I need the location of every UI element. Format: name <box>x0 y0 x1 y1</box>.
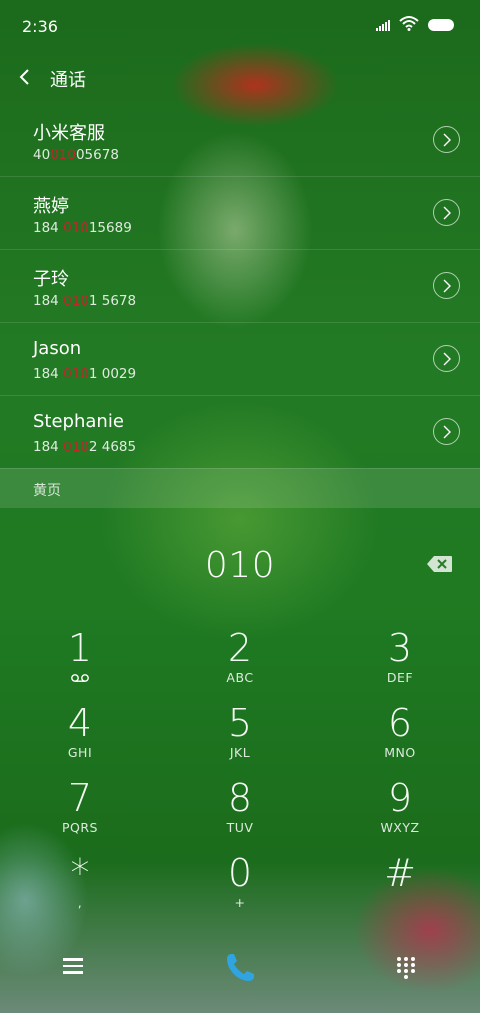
yellow-pages-label: 黄页 <box>33 483 61 499</box>
contact-number: 184 0102 4685 <box>33 439 137 455</box>
match-highlight: 010 <box>63 293 89 309</box>
status-bar: 2:36 <box>0 0 480 52</box>
key-4[interactable]: 4 GHI <box>20 703 140 773</box>
match-highlight: 010 <box>63 439 89 455</box>
key-hash[interactable]: # <box>340 853 460 923</box>
contact-detail-button[interactable] <box>433 345 460 372</box>
key-8[interactable]: 8 TUV <box>180 778 300 848</box>
contact-number: 4001005678 <box>33 147 119 163</box>
chevron-right-icon <box>443 133 451 147</box>
yellow-pages-section[interactable]: 黄页 <box>0 468 480 508</box>
bottom-bar <box>0 940 480 1000</box>
signal-icon <box>376 19 390 31</box>
contact-number: 184 01015689 <box>33 220 132 236</box>
contact-results-list: 小米客服 4001005678 燕婷 184 01015689 子玲 184 0… <box>0 104 480 469</box>
key-9[interactable]: 9 WXYZ <box>340 778 460 848</box>
contact-detail-button[interactable] <box>433 126 460 153</box>
battery-icon <box>428 19 456 32</box>
match-highlight: 010 <box>63 220 89 236</box>
header: 通话 <box>0 52 480 102</box>
contact-row[interactable]: 子玲 184 0101 5678 <box>0 250 480 323</box>
contact-number: 184 0101 0029 <box>33 366 137 382</box>
contact-row[interactable]: Jason 184 0101 0029 <box>0 323 480 396</box>
contact-name: 子玲 <box>33 269 69 290</box>
contact-name: Jason <box>33 338 82 359</box>
voicemail-icon <box>71 674 89 682</box>
page-title: 通话 <box>50 70 86 91</box>
key-7[interactable]: 7 PQRS <box>20 778 140 848</box>
contact-number: 184 0101 5678 <box>33 293 137 309</box>
key-0[interactable]: 0 + <box>180 853 300 923</box>
phone-icon[interactable] <box>222 950 258 986</box>
contact-row[interactable]: 燕婷 184 01015689 <box>0 177 480 250</box>
chevron-right-icon <box>443 425 451 439</box>
contact-name: Stephanie <box>33 411 124 432</box>
wifi-icon <box>399 16 419 31</box>
key-6[interactable]: 6 MNO <box>340 703 460 773</box>
back-icon[interactable] <box>16 66 36 88</box>
key-1[interactable]: 1 <box>20 628 140 698</box>
dialpad-icon[interactable] <box>397 957 417 979</box>
contact-detail-button[interactable] <box>433 272 460 299</box>
key-star[interactable]: *, <box>20 853 140 923</box>
contact-row[interactable]: Stephanie 184 0102 4685 <box>0 396 480 469</box>
chevron-right-icon <box>443 206 451 220</box>
delete-icon[interactable] <box>426 555 453 573</box>
contact-name: 燕婷 <box>33 196 69 217</box>
contact-detail-button[interactable] <box>433 199 460 226</box>
dial-input-display: 010 <box>204 545 276 586</box>
chevron-right-icon <box>443 352 451 366</box>
menu-icon[interactable] <box>63 958 83 974</box>
key-2[interactable]: 2 ABC <box>180 628 300 698</box>
status-time: 2:36 <box>22 17 58 36</box>
contact-detail-button[interactable] <box>433 418 460 445</box>
chevron-right-icon <box>443 279 451 293</box>
match-highlight: 010 <box>50 147 76 163</box>
contact-row[interactable]: 小米客服 4001005678 <box>0 104 480 177</box>
key-3[interactable]: 3 DEF <box>340 628 460 698</box>
key-5[interactable]: 5 JKL <box>180 703 300 773</box>
match-highlight: 010 <box>63 366 89 382</box>
contact-name: 小米客服 <box>33 123 105 144</box>
